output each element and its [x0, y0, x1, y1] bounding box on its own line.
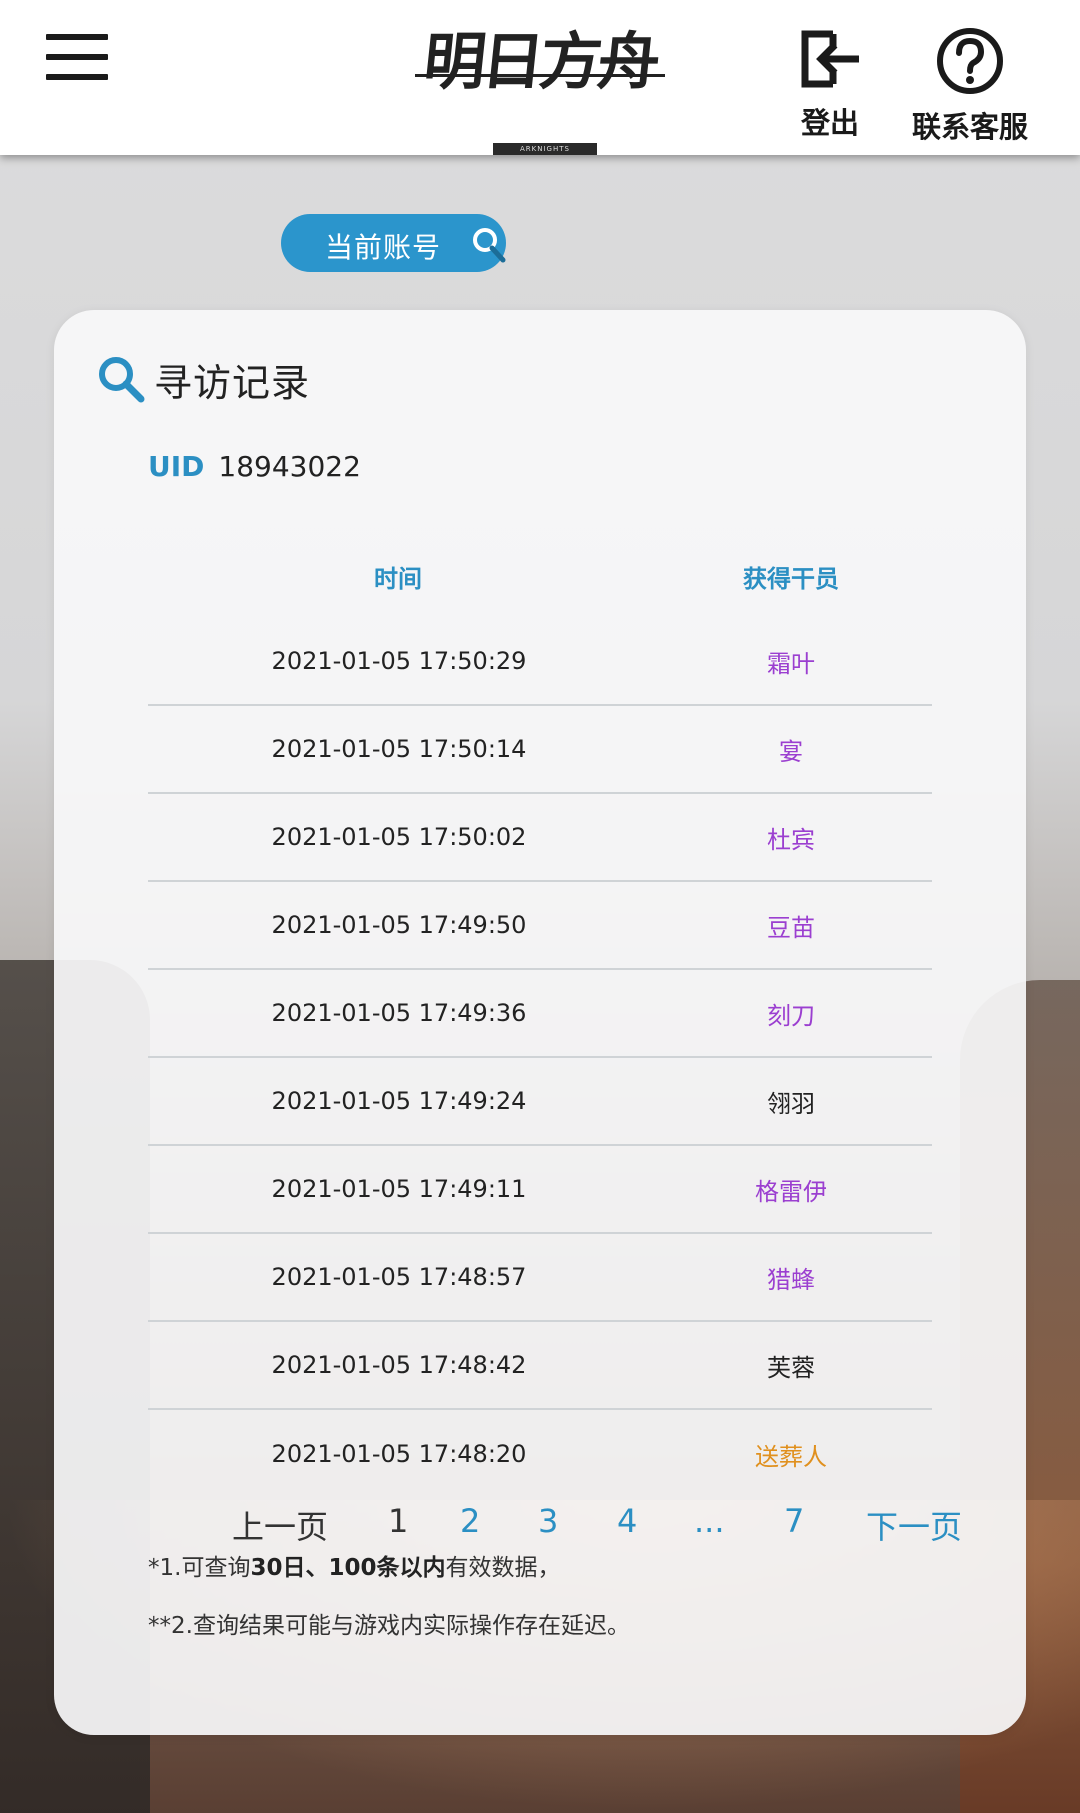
- record-time: 2021-01-05 17:49:24: [271, 1087, 527, 1115]
- table-row: 2021-01-05 17:48:42 芙蓉: [148, 1322, 932, 1410]
- record-time: 2021-01-05 17:49:50: [271, 911, 527, 939]
- table-row: 2021-01-05 17:50:02 杜宾: [148, 794, 932, 882]
- table-row: 2021-01-05 17:49:24 翎羽: [148, 1058, 932, 1146]
- uid-row: UID 18943022: [148, 450, 361, 483]
- search-icon: [473, 228, 506, 263]
- logo-rule: [415, 74, 665, 77]
- help-icon: [937, 28, 1003, 94]
- arknights-logo: 明日方舟 ARKNIGHTS: [415, 18, 665, 155]
- logo-subtitle: ARKNIGHTS: [493, 143, 597, 155]
- record-time: 2021-01-05 17:50:29: [271, 647, 527, 675]
- gacha-record-card: 寻访记录 UID 18943022 时间 获得干员 2021-01-05 17:5…: [54, 310, 1026, 1735]
- uid-value: 18943022: [218, 450, 361, 483]
- contact-support-label: 联系客服: [911, 110, 1028, 144]
- card-title: 寻访记录: [154, 360, 311, 405]
- column-header-time: 时间: [374, 564, 422, 593]
- record-operator: 格雷伊: [755, 1177, 827, 1206]
- record-time: 2021-01-05 17:48:20: [271, 1440, 527, 1468]
- record-operator: 豆苗: [767, 913, 815, 942]
- record-operator: 宴: [779, 737, 803, 766]
- logout-button[interactable]: 登出: [795, 26, 865, 142]
- column-header-operator: 获得干员: [743, 564, 839, 593]
- note-delay: **2.查询结果可能与游戏内实际操作存在延迟。: [148, 1613, 630, 1639]
- note-query-limit: *1.可查询30日、100条以内有效数据，: [148, 1548, 560, 1582]
- top-header: 明日方舟 ARKNIGHTS 登出 联系客服: [0, 0, 1080, 155]
- record-table: 时间 获得干员 2021-01-05 17:50:29 霜叶 2021-01-05 …: [148, 534, 932, 1498]
- page-ellipsis: ...: [694, 1502, 725, 1540]
- record-operator: 芙蓉: [767, 1353, 815, 1382]
- next-page-button[interactable]: 下一页: [866, 1502, 962, 1548]
- table-row: 2021-01-05 17:49:50 豆苗: [148, 882, 932, 970]
- record-operator: 霜叶: [767, 649, 815, 678]
- page-4-link[interactable]: 4: [617, 1502, 637, 1540]
- record-operator: 刻刀: [767, 1001, 815, 1030]
- table-row: 2021-01-05 17:48:20 送葬人: [148, 1410, 932, 1498]
- prev-page-button[interactable]: 上一页: [232, 1502, 328, 1548]
- table-row: 2021-01-05 17:49:36 刻刀: [148, 970, 932, 1058]
- current-account-label: 当前账号: [325, 231, 442, 264]
- logout-label: 登出: [800, 106, 859, 140]
- table-row: 2021-01-05 17:49:11 格雷伊: [148, 1146, 932, 1234]
- contact-support-button[interactable]: 联系客服: [905, 26, 1035, 146]
- record-time: 2021-01-05 17:50:14: [271, 735, 527, 763]
- page-1-current: 1: [388, 1502, 409, 1540]
- card-header: 寻访记录: [96, 354, 311, 405]
- record-operator: 猎蜂: [767, 1265, 815, 1294]
- pagination: 上一页 1 2 3 4 ... 7 下一页: [174, 1502, 974, 1552]
- record-time: 2021-01-05 17:48:57: [271, 1263, 527, 1291]
- record-time: 2021-01-05 17:49:11: [271, 1175, 527, 1203]
- table-header: 时间 获得干员: [148, 534, 932, 618]
- page-7-link[interactable]: 7: [784, 1502, 804, 1540]
- note-1-highlight: 30日、100条以内: [250, 1555, 446, 1581]
- record-time: 2021-01-05 17:48:42: [271, 1351, 527, 1379]
- page-2-link[interactable]: 2: [460, 1502, 480, 1540]
- hamburger-menu-icon[interactable]: [46, 34, 108, 84]
- table-row: 2021-01-05 17:48:57 猎蜂: [148, 1234, 932, 1322]
- table-row: 2021-01-05 17:50:29 霜叶: [148, 618, 932, 706]
- current-account-tab[interactable]: 当前账号: [281, 214, 506, 272]
- logout-icon: [801, 30, 859, 88]
- logo-text: 明日方舟: [420, 25, 660, 98]
- table-row: 2021-01-05 17:50:14 宴: [148, 706, 932, 794]
- record-time: 2021-01-05 17:49:36: [271, 999, 527, 1027]
- uid-label: UID: [148, 450, 205, 483]
- search-icon: [99, 357, 145, 403]
- record-operator: 送葬人: [755, 1442, 827, 1471]
- table-body: 2021-01-05 17:50:29 霜叶 2021-01-05 17:50:14…: [148, 618, 932, 1498]
- record-operator: 杜宾: [767, 825, 815, 854]
- record-time: 2021-01-05 17:50:02: [271, 823, 527, 851]
- note-1-prefix: *1.可查询: [148, 1555, 251, 1581]
- page-3-link[interactable]: 3: [538, 1502, 558, 1540]
- record-operator: 翎羽: [767, 1089, 815, 1118]
- note-1-suffix: 有效数据，: [445, 1555, 561, 1581]
